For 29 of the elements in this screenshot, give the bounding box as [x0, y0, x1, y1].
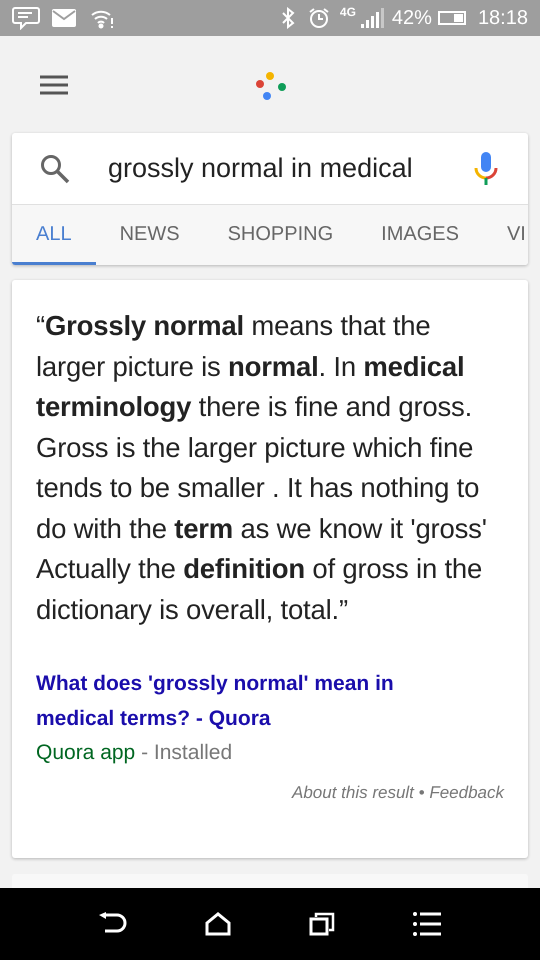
source-name: Quora app: [36, 741, 136, 764]
network-type-label: 4G: [340, 6, 356, 18]
search-tab[interactable]: ALL: [12, 205, 96, 265]
microphone-icon[interactable]: [474, 152, 498, 186]
mail-icon: [52, 9, 76, 27]
search-tab[interactable]: IMAGES: [357, 205, 483, 265]
search-tab[interactable]: VI: [482, 205, 528, 265]
signal-icon: [360, 8, 384, 28]
bluetooth-icon: [280, 7, 296, 29]
alarm-clock-icon: [308, 7, 330, 29]
battery-icon: [438, 11, 466, 25]
assistant-dots-icon: [255, 71, 289, 101]
answer-quote: “Grossly normal means that the larger picture is normal. In medical terminology there is fine and gross. Gross is the larger picture which fine tends to be smaller . It has nothing to do with the term as we know it 'gross' Actually the definition of gross in the dictionary is overall, total.”: [36, 309, 488, 627]
menu-icon[interactable]: [40, 74, 68, 94]
home-icon[interactable]: [205, 912, 231, 936]
search-field[interactable]: grossly normal in medical: [108, 148, 438, 189]
battery-percent: 42%: [392, 6, 432, 31]
result-link[interactable]: What does 'grossly normal' mean in medical terms? - Quora: [36, 666, 456, 736]
separator-dot: •: [418, 783, 425, 802]
feedback-link[interactable]: Feedback: [429, 783, 504, 802]
install-status: - Installed: [141, 741, 232, 764]
list-menu-icon[interactable]: [413, 912, 441, 936]
message-icon: [12, 6, 40, 30]
search-tab[interactable]: SHOPPING: [204, 205, 358, 265]
recent-apps-icon[interactable]: [309, 912, 335, 936]
search-tab[interactable]: NEWS: [96, 205, 204, 265]
clock: 18:18: [478, 6, 528, 31]
about-link[interactable]: About this result: [292, 783, 414, 802]
search-icon[interactable]: [40, 154, 70, 184]
